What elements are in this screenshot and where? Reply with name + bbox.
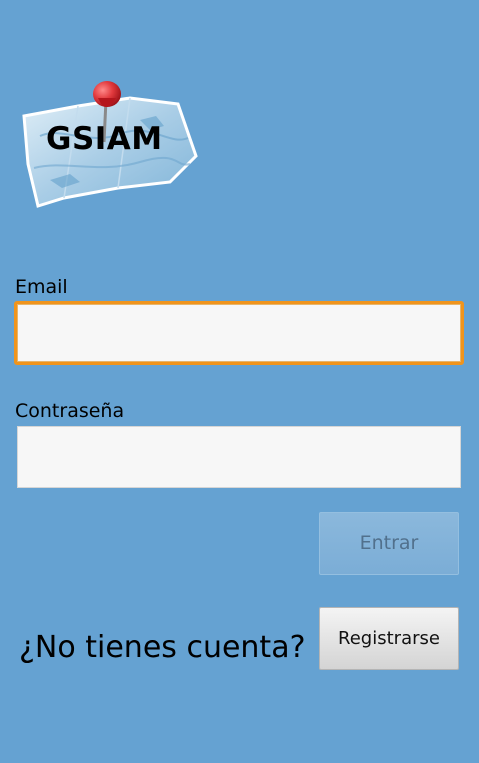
email-label: Email <box>15 276 68 298</box>
login-screen: GSIAM Email Contraseña Entrar ¿No tienes… <box>0 0 479 763</box>
password-field[interactable] <box>17 426 461 488</box>
register-button[interactable]: Registrarse <box>319 607 459 670</box>
password-label: Contraseña <box>15 400 125 422</box>
no-account-text: ¿No tienes cuenta? <box>19 630 306 665</box>
email-field[interactable] <box>14 301 464 365</box>
login-button[interactable]: Entrar <box>319 512 459 575</box>
app-logo: GSIAM <box>20 76 202 210</box>
logo-text: GSIAM <box>46 121 163 157</box>
